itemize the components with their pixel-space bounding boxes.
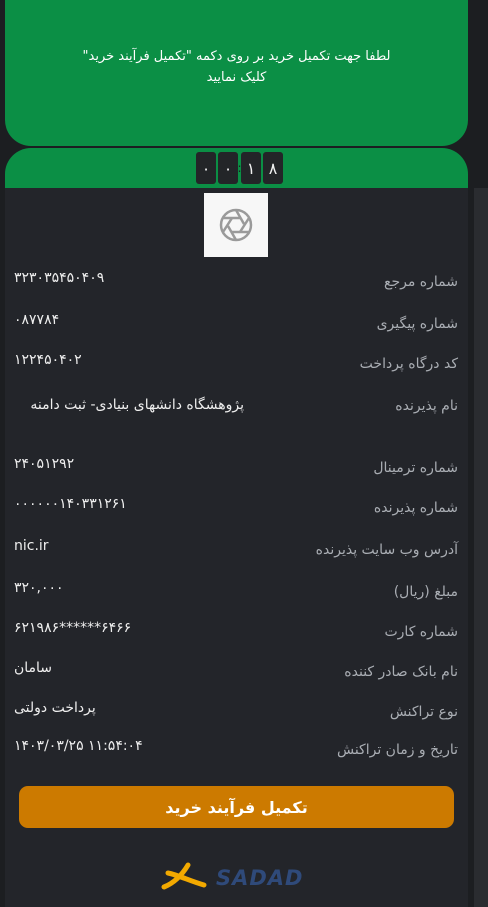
detail-label: شماره پیگیری — [376, 316, 458, 332]
detail-label: شماره ترمینال — [373, 460, 458, 476]
instruction-text: لطفا جهت تکمیل خرید بر روی دکمه "تکمیل ف… — [82, 49, 391, 85]
countdown-timer: ۰ ۰ : ۱ ۸ — [196, 152, 283, 184]
detail-label: شماره کارت — [384, 624, 458, 640]
complete-purchase-button[interactable]: تکمیل فرآیند خرید — [19, 786, 454, 828]
detail-value: پژوهشگاه دانشهای بنیادی- ثبت دامنه — [30, 397, 244, 413]
detail-value: ۱۴۰۳/۰۳/۲۵ ۱۱:۵۴:۰۴ — [14, 738, 143, 754]
sadad-wordmark: SADAD — [216, 866, 304, 890]
detail-label: کد درگاه پرداخت — [359, 356, 458, 372]
detail-value: ۳۲۳۰۳۵۴۵۰۴۰۹ — [14, 270, 105, 286]
merchant-logo — [204, 193, 268, 257]
detail-label: شماره مرجع — [384, 274, 458, 290]
detail-value: ۱۲۲۴۵۰۴۰۲ — [14, 352, 82, 368]
detail-value: ۲۴۰۵۱۲۹۲ — [14, 456, 75, 472]
detail-value: سامان — [14, 660, 53, 676]
timer-digit: ۰ — [196, 152, 216, 184]
detail-value: پرداخت دولتی — [14, 700, 96, 716]
detail-value: ۶۲۱۹۸۶******۶۴۶۶ — [14, 620, 132, 636]
instruction-banner: لطفا جهت تکمیل خرید بر روی دکمه "تکمیل ف… — [5, 0, 468, 146]
detail-label: آدرس وب سایت پذیرنده — [315, 542, 458, 558]
detail-label: نام بانک صادر کننده — [344, 664, 458, 680]
aperture-icon — [219, 208, 253, 242]
sadad-logo: SADAD — [160, 858, 320, 898]
timer-digit: ۸ — [263, 152, 283, 184]
scrollbar[interactable] — [474, 188, 488, 907]
detail-label: نوع تراکنش — [389, 704, 458, 720]
timer-digit: ۰ — [218, 152, 238, 184]
detail-label: تاریخ و زمان تراکنش — [336, 742, 458, 758]
detail-label: شماره پذیرنده — [373, 500, 458, 516]
detail-value: ۳۲۰,۰۰۰ — [14, 580, 64, 596]
timer-digit: ۱ — [241, 152, 261, 184]
detail-label: مبلغ (ریال) — [393, 584, 458, 600]
detail-value: nic.ir — [14, 538, 49, 554]
detail-label: نام پذیرنده — [395, 398, 458, 414]
detail-value: ۰۸۷۷۸۴ — [14, 312, 60, 328]
detail-value: ۰۰۰۰۰۰۱۴۰۳۳۱۲۶۱ — [14, 496, 127, 512]
sadad-mark-icon — [161, 862, 207, 890]
